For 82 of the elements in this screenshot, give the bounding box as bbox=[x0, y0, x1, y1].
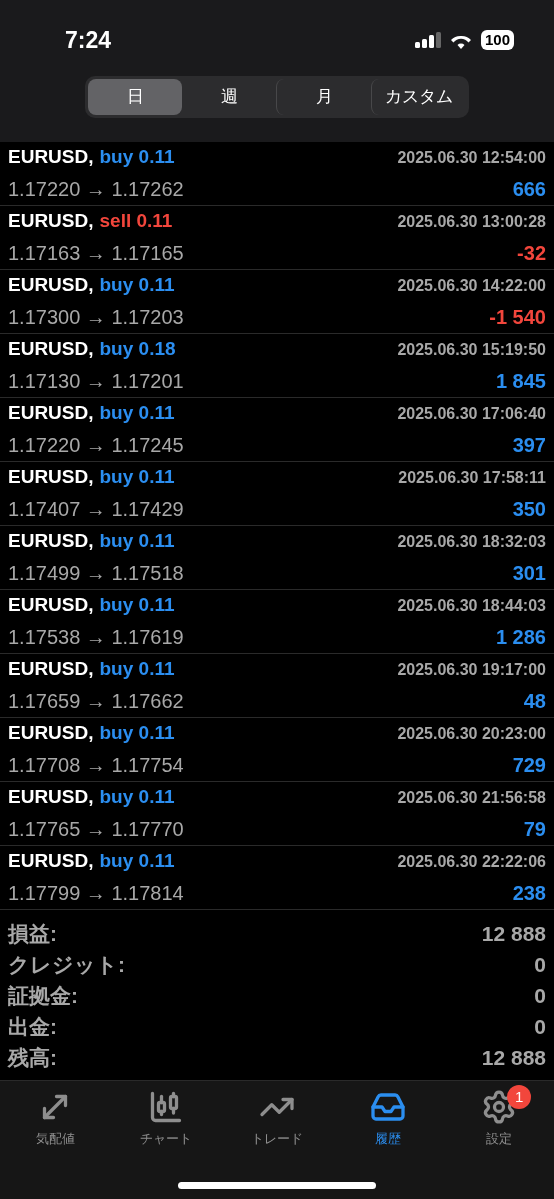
deal-profit: 1 845 bbox=[495, 368, 546, 394]
deal-side: buy 0.11 bbox=[99, 721, 175, 746]
deal-profit: 48 bbox=[523, 688, 546, 714]
deal-prices: 1.17407 → 1.17429 bbox=[8, 496, 184, 522]
tab-bar-item[interactable]: 気配値 bbox=[0, 1089, 111, 1149]
deal-side: buy 0.11 bbox=[99, 785, 175, 810]
battery-indicator: 100 bbox=[480, 30, 514, 50]
deal-prices: 1.17220 → 1.17262 bbox=[8, 176, 184, 202]
deal-side: buy 0.11 bbox=[99, 593, 175, 618]
summary-value: 12 888 bbox=[481, 920, 546, 947]
symbol-label: EURUSD, bbox=[8, 785, 94, 810]
deal-prices: 1.17538 → 1.17619 bbox=[8, 624, 184, 650]
deal-side: buy 0.11 bbox=[99, 145, 175, 170]
summary-label: 出金: bbox=[8, 1013, 57, 1040]
symbol-label: EURUSD, bbox=[8, 849, 94, 874]
deal-time: 2025.06.30 14:22:00 bbox=[397, 275, 546, 296]
signal-icon bbox=[414, 32, 441, 48]
deal-time: 2025.06.30 15:19:50 bbox=[397, 339, 546, 360]
deal-prices: 1.17765 → 1.17770 bbox=[8, 816, 184, 842]
period-tab[interactable]: カスタム bbox=[371, 79, 466, 115]
period-tab[interactable]: 月 bbox=[276, 79, 371, 115]
deal-profit: 666 bbox=[512, 176, 546, 202]
symbol-label: EURUSD, bbox=[8, 145, 94, 170]
deal-side: buy 0.11 bbox=[99, 465, 175, 490]
symbol-label: EURUSD, bbox=[8, 401, 94, 426]
deal-time: 2025.06.30 17:06:40 bbox=[397, 403, 546, 424]
deal-profit: 729 bbox=[512, 752, 546, 778]
summary-value: 0 bbox=[534, 982, 546, 1009]
deal-prices: 1.17499 → 1.17518 bbox=[8, 560, 184, 586]
symbol-label: EURUSD, bbox=[8, 209, 94, 234]
tab-bar-item[interactable]: トレード bbox=[221, 1089, 333, 1149]
symbol-label: EURUSD, bbox=[8, 657, 94, 682]
deal-profit: 301 bbox=[512, 560, 546, 586]
deal-prices: 1.17659 → 1.17662 bbox=[8, 688, 184, 714]
deal-profit: 350 bbox=[512, 496, 546, 522]
deal-profit: 79 bbox=[523, 816, 546, 842]
deal-side: buy 0.11 bbox=[99, 401, 175, 426]
summary-label: 損益: bbox=[8, 920, 57, 947]
deal-side: sell 0.11 bbox=[99, 209, 173, 234]
summary-label: 証拠金: bbox=[8, 982, 78, 1009]
summary-value: 12 888 bbox=[481, 1044, 546, 1071]
deal-time: 2025.06.30 17:58:11 bbox=[398, 467, 546, 488]
summary-value: 0 bbox=[534, 951, 546, 978]
symbol-label: EURUSD, bbox=[8, 721, 94, 746]
symbol-label: EURUSD, bbox=[8, 529, 94, 554]
deal-side: buy 0.11 bbox=[99, 273, 175, 298]
notification-badge: 1 bbox=[507, 1085, 532, 1109]
deal-side: buy 0.18 bbox=[99, 337, 176, 362]
deal-side: buy 0.11 bbox=[99, 657, 175, 682]
summary-label: クレジット: bbox=[8, 951, 125, 978]
summary-label: 残高: bbox=[8, 1044, 57, 1071]
status-time: 7:24 bbox=[65, 25, 112, 55]
tab-bar-item[interactable]: 履歴 bbox=[332, 1089, 444, 1149]
deal-time: 2025.06.30 19:17:00 bbox=[397, 659, 546, 680]
deal-prices: 1.17220 → 1.17245 bbox=[8, 432, 184, 458]
deal-side: buy 0.11 bbox=[99, 849, 175, 874]
deal-profit: 397 bbox=[512, 432, 546, 458]
tab-bar-item[interactable]: チャート bbox=[110, 1089, 222, 1149]
deal-time: 2025.06.30 22:22:06 bbox=[397, 851, 546, 872]
deal-prices: 1.17163 → 1.17165 bbox=[8, 240, 184, 266]
deal-profit: 238 bbox=[512, 880, 546, 906]
deal-prices: 1.17130 → 1.17201 bbox=[8, 368, 184, 394]
symbol-label: EURUSD, bbox=[8, 465, 94, 490]
deal-side: buy 0.11 bbox=[99, 529, 175, 554]
deal-time: 2025.06.30 18:44:03 bbox=[397, 595, 546, 616]
deal-time: 2025.06.30 20:23:00 bbox=[397, 723, 546, 744]
deal-prices: 1.17708 → 1.17754 bbox=[8, 752, 184, 778]
deal-time: 2025.06.30 13:00:28 bbox=[397, 211, 546, 232]
period-tab[interactable]: 週 bbox=[182, 79, 276, 115]
deal-time: 2025.06.30 18:32:03 bbox=[397, 531, 546, 552]
summary-value: 0 bbox=[534, 1013, 546, 1040]
deal-time: 2025.06.30 12:54:00 bbox=[397, 147, 546, 168]
deal-profit: -32 bbox=[517, 240, 546, 266]
deal-profit: 1 286 bbox=[495, 624, 546, 650]
deal-profit: -1 540 bbox=[489, 304, 546, 330]
period-tab[interactable]: 日 bbox=[88, 79, 182, 115]
deal-prices: 1.17799 → 1.17814 bbox=[8, 880, 184, 906]
symbol-label: EURUSD, bbox=[8, 337, 94, 362]
deal-time: 2025.06.30 21:56:58 bbox=[397, 787, 546, 808]
symbol-label: EURUSD, bbox=[8, 593, 94, 618]
deal-prices: 1.17300 → 1.17203 bbox=[8, 304, 184, 330]
symbol-label: EURUSD, bbox=[8, 273, 94, 298]
